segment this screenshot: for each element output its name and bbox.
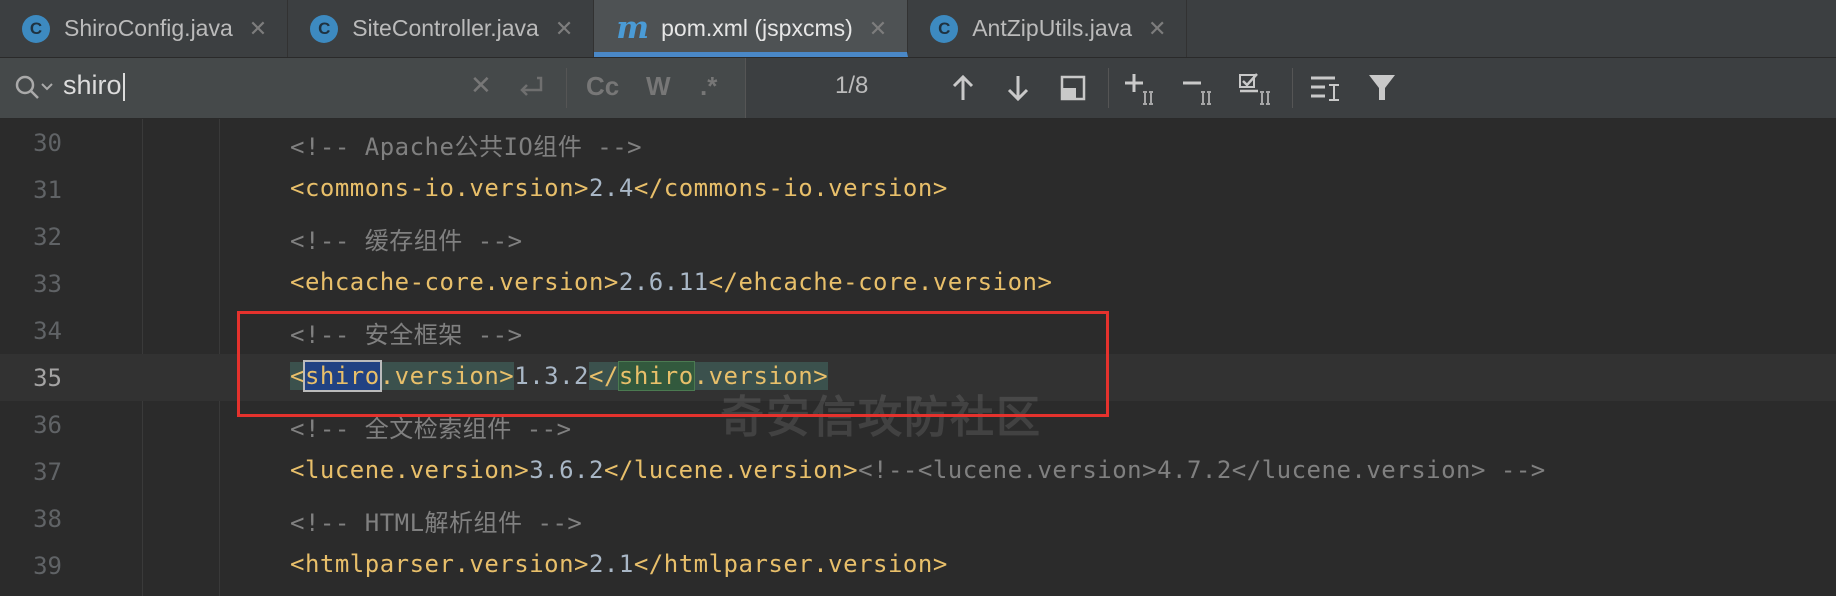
- line-number: 32: [33, 223, 62, 251]
- code-text: <!-- Apache公共IO组件 -->: [290, 133, 643, 161]
- filter-search-results-button[interactable]: [1306, 68, 1346, 108]
- code-line: 31 <commons-io.version>2.4</commons-io.v…: [0, 166, 1836, 213]
- funnel-icon: [1369, 75, 1395, 100]
- tab-label: SiteController.java: [352, 15, 539, 41]
- tab-sitecontroller[interactable]: C SiteController.java ✕: [288, 0, 595, 57]
- code-line: 39 <htmlparser.version>2.1</htmlparser.v…: [0, 542, 1836, 589]
- regex-toggle[interactable]: .*: [700, 71, 717, 102]
- editor-tab-bar: C ShiroConfig.java ✕ C SiteController.ja…: [0, 0, 1836, 58]
- code-line: 33 <ehcache-core.version>2.6.11</ehcache…: [0, 260, 1836, 307]
- code-line: 38 <!-- HTML解析组件 -->: [0, 495, 1836, 542]
- search-input[interactable]: shiro: [63, 70, 125, 101]
- add-selection-icon: [1125, 74, 1153, 105]
- line-number: 39: [33, 552, 62, 580]
- line-number: 33: [33, 270, 62, 298]
- tab-pom-xml[interactable]: m pom.xml (jspxcms) ✕: [594, 0, 909, 57]
- code-text: <htmlparser.version>2.1</htmlparser.vers…: [290, 550, 948, 578]
- line-number: 30: [33, 129, 62, 157]
- line-number: 31: [33, 176, 62, 204]
- line-number: 36: [33, 411, 62, 439]
- close-icon[interactable]: ✕: [1148, 16, 1166, 42]
- code-line: 37 <lucene.version>3.6.2</lucene.version…: [0, 448, 1836, 495]
- remove-selection-icon: [1183, 81, 1211, 105]
- replace-toggle-icon[interactable]: [515, 74, 545, 100]
- show-all-occurrences-button[interactable]: [1053, 68, 1093, 108]
- java-class-icon: C: [930, 14, 959, 43]
- code-text: <lucene.version>3.6.2</lucene.version><!…: [290, 456, 1546, 484]
- line-number: 35: [33, 364, 62, 392]
- close-icon[interactable]: ✕: [869, 16, 887, 42]
- clear-search-icon[interactable]: ✕: [470, 70, 492, 101]
- arrow-up-icon: [952, 74, 974, 100]
- words-toggle[interactable]: W: [646, 71, 671, 102]
- code-text: <ehcache-core.version>2.6.11</ehcache-co…: [290, 268, 1053, 296]
- line-number: 34: [33, 317, 62, 345]
- java-class-icon: C: [310, 14, 339, 43]
- previous-occurrence-button[interactable]: [943, 68, 983, 108]
- code-text: <!-- HTML解析组件 -->: [290, 509, 583, 537]
- tab-shiroconfig[interactable]: C ShiroConfig.java ✕: [0, 0, 289, 57]
- select-all-icon: [1239, 73, 1270, 105]
- search-field[interactable]: shiro ✕ Cc W .*: [0, 58, 746, 118]
- remove-occurrence-button[interactable]: [1180, 68, 1220, 108]
- maven-icon: m: [616, 10, 650, 46]
- window-icon: [1060, 75, 1086, 101]
- tab-label: pom.xml (jspxcms): [661, 15, 853, 41]
- filter-button[interactable]: [1362, 68, 1402, 108]
- close-icon[interactable]: ✕: [555, 16, 573, 42]
- filter-lines-icon: [1311, 76, 1339, 101]
- java-class-icon: C: [22, 14, 50, 43]
- tab-antziputils[interactable]: C AntZipUtils.java ✕: [908, 0, 1188, 57]
- code-line: 30 <!-- Apache公共IO组件 -->: [0, 119, 1836, 166]
- find-bar: shiro ✕ Cc W .* 1/8: [0, 58, 1836, 119]
- add-occurrence-button[interactable]: [1122, 68, 1162, 108]
- close-icon[interactable]: ✕: [249, 16, 267, 42]
- select-all-occurrences-button[interactable]: [1238, 68, 1278, 108]
- line-number: 37: [33, 458, 62, 486]
- match-case-toggle[interactable]: Cc: [586, 71, 619, 102]
- code-text: <commons-io.version>2.4</commons-io.vers…: [290, 174, 948, 202]
- line-number: 38: [33, 505, 62, 533]
- red-highlight-box: [237, 311, 1109, 417]
- code-line: 32 <!-- 缓存组件 -->: [0, 213, 1836, 260]
- tab-label: ShiroConfig.java: [64, 15, 233, 41]
- match-count: 1/8: [835, 72, 869, 99]
- tab-label: AntZipUtils.java: [972, 15, 1132, 41]
- next-occurrence-button[interactable]: [998, 68, 1038, 108]
- arrow-down-icon: [1007, 76, 1029, 102]
- search-history-icon[interactable]: [14, 74, 54, 102]
- code-text: <!-- 缓存组件 -->: [290, 227, 523, 255]
